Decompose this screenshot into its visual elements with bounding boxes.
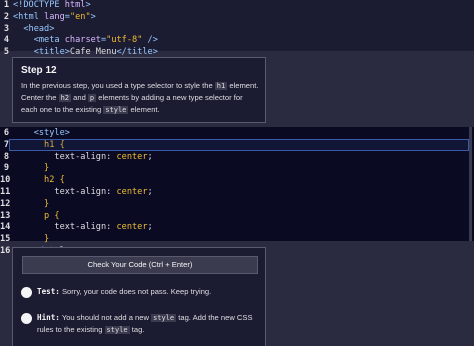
- code-line[interactable]: 14 text-align: center;: [0, 222, 474, 234]
- code-text: <!DOCTYPE html>: [13, 0, 91, 10]
- line-number: 8: [3, 151, 9, 162]
- code-text: <meta charset="utf-8" />: [13, 35, 158, 46]
- inline-code-style-1: style: [151, 314, 177, 322]
- code-text: text-align: center;: [13, 151, 153, 162]
- check-code-button[interactable]: Check Your Code (Ctrl + Enter): [22, 256, 258, 274]
- line-number: 7: [3, 139, 9, 150]
- code-text: <head>: [13, 23, 55, 34]
- code-text: h2 {: [13, 175, 65, 186]
- code-editor-top[interactable]: 1 <!DOCTYPE html> 2 <html lang="en"> 3 <head…: [0, 0, 474, 57]
- code-line[interactable]: 8 text-align: center;: [0, 152, 474, 164]
- code-line[interactable]: 12 }: [0, 199, 474, 211]
- line-number: 14: [0, 222, 11, 233]
- code-text: }: [13, 198, 50, 209]
- line-number: 3: [3, 23, 9, 34]
- code-text: text-align: center;: [13, 222, 153, 233]
- line-number: 6: [3, 128, 9, 138]
- fail-status-icon: [21, 287, 32, 298]
- code-text: p {: [13, 210, 60, 221]
- code-line[interactable]: 2 <html lang="en">: [0, 12, 474, 24]
- code-text: text-align: center;: [13, 187, 153, 197]
- inline-code-h1: h1: [214, 82, 228, 90]
- code-text: }: [13, 234, 50, 245]
- line-number: 13: [0, 210, 11, 221]
- line-number: 9: [3, 163, 9, 174]
- type-selector-text: type selector: [130, 81, 174, 90]
- code-line[interactable]: 4 <meta charset="utf-8" />: [0, 35, 474, 47]
- line-number: 1: [3, 0, 9, 10]
- line-number: 15: [0, 234, 11, 245]
- step-description-panel: Step 12 In the previous step, you used a…: [12, 57, 266, 123]
- line-number: 16: [0, 246, 11, 256]
- inline-code-style: style: [103, 106, 129, 114]
- action-panel: Check Your Code (Ctrl + Enter) Test: Sor…: [12, 247, 266, 346]
- step-description: In the previous step, you used a type se…: [21, 81, 259, 114]
- hint-label: Hint:: [37, 313, 60, 322]
- code-line[interactable]: 3 <head>: [0, 24, 474, 36]
- code-text: }: [13, 163, 50, 174]
- line-number: 11: [0, 187, 11, 197]
- inline-code-style-2: style: [104, 326, 130, 334]
- code-line[interactable]: 9 }: [0, 163, 474, 175]
- code-text: <html lang="en">: [13, 11, 96, 22]
- line-number: 5: [3, 47, 9, 58]
- code-line[interactable]: 15 }: [0, 234, 474, 246]
- code-line[interactable]: 10 h2 {: [0, 175, 474, 187]
- line-number: 12: [0, 198, 11, 209]
- inline-code-p: p: [87, 94, 97, 102]
- test-text: Sorry, your code does not pass. Keep try…: [59, 287, 212, 296]
- active-line-highlight: [9, 139, 469, 151]
- editor-scrollbar[interactable]: [469, 127, 472, 241]
- code-line[interactable]: 13 p {: [0, 211, 474, 223]
- line-number: 2: [3, 11, 9, 22]
- code-line[interactable]: 1 <!DOCTYPE html>: [0, 0, 474, 12]
- code-line[interactable]: 11 text-align: center;: [0, 187, 474, 199]
- inline-code-h2: h2: [58, 94, 72, 102]
- step-title: Step 12: [21, 65, 57, 76]
- line-number: 4: [3, 35, 9, 46]
- test-label: Test:: [37, 287, 60, 296]
- hint-status-icon: [21, 313, 32, 324]
- line-number: 10: [0, 175, 11, 186]
